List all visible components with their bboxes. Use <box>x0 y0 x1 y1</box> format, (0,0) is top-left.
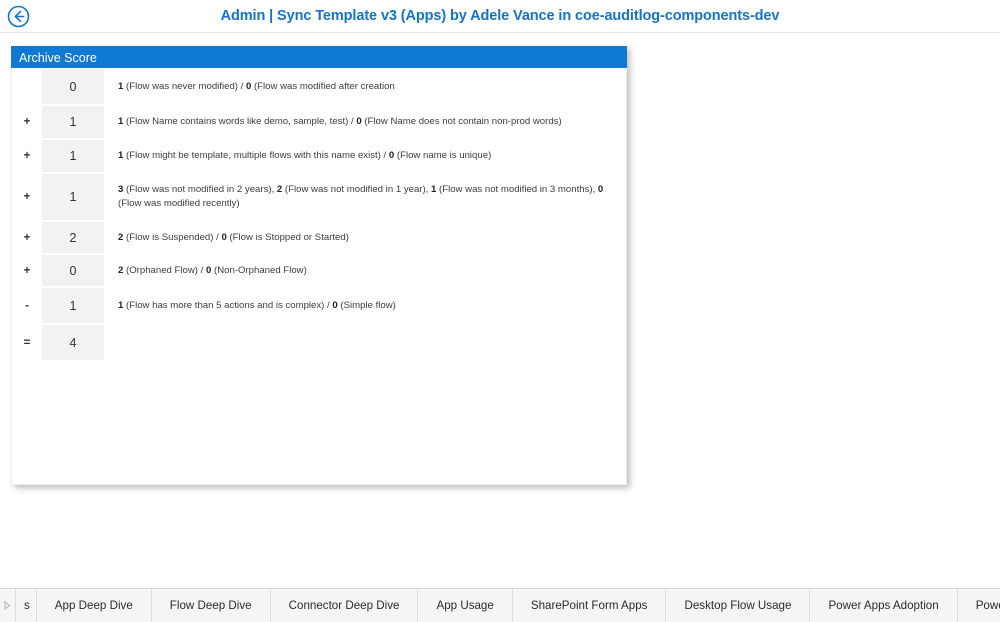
score-operator: = <box>23 336 31 349</box>
tab-item[interactable]: Power Apps Adoption <box>809 589 957 622</box>
score-operator: + <box>23 264 31 277</box>
tab-item[interactable]: Connector Deep Dive <box>269 589 418 622</box>
score-value: 1 <box>42 173 104 221</box>
tab-item[interactable]: App Usage <box>417 589 512 622</box>
score-value: 1 <box>42 287 104 324</box>
app-title-bar: Admin | Sync Template v3 (Apps) by Adele… <box>0 0 1000 33</box>
score-description: 1 (Flow has more than 5 actions and is c… <box>118 299 396 311</box>
report-tab-strip[interactable]: s App Deep Dive Flow Deep Dive Connector De… <box>0 588 1000 622</box>
score-description: 2 (Flow is Suspended) / 0 (Flow is Stopp… <box>118 231 349 243</box>
score-operator: - <box>25 299 29 312</box>
score-value: 1 <box>42 105 104 139</box>
score-value: 2 <box>42 221 104 254</box>
tab-item[interactable]: Desktop Flow Usage <box>665 589 810 622</box>
score-description: 1 (Flow might be template, multiple flow… <box>118 150 492 162</box>
score-value: 1 <box>42 139 104 173</box>
score-row: +1 1 (Flow Name contains words like demo,… <box>12 105 626 139</box>
score-row: +2 2 (Flow is Suspended) / 0 (Flow is Sto… <box>12 221 626 254</box>
archive-score-table: 0 1 (Flow was never modified) / 0 (Flow w… <box>11 68 627 485</box>
score-value: 0 <box>42 68 104 105</box>
score-operator <box>12 68 42 105</box>
archive-score-card: Archive Score 0 1 (Flow was never modifie… <box>11 46 627 485</box>
score-row: 0 1 (Flow was never modified) / 0 (Flow w… <box>12 68 626 105</box>
tab-item[interactable]: App Deep Dive <box>35 589 151 622</box>
score-description: 1 (Flow Name contains words like demo, s… <box>118 116 562 128</box>
tab-scroll-left-button[interactable] <box>0 589 15 622</box>
score-value: 4 <box>42 324 104 361</box>
score-operator: + <box>23 231 31 244</box>
chevron-right-icon <box>4 601 11 610</box>
score-description: 3 (Flow was not modified in 2 years), 2 … <box>118 184 604 209</box>
score-description: 2 (Orphaned Flow) / 0 (Non-Orphaned Flow… <box>118 264 307 276</box>
score-operator: + <box>23 191 31 203</box>
score-row: = 4 <box>12 324 626 361</box>
score-operator: + <box>23 150 31 162</box>
card-header-title: Archive Score <box>11 46 627 68</box>
score-operator: + <box>23 116 31 128</box>
tab-item[interactable]: SharePoint Form Apps <box>511 589 666 622</box>
tab-item[interactable]: s <box>15 589 36 622</box>
score-description: 1 (Flow was never modified) / 0 (Flow wa… <box>118 80 395 92</box>
score-row: +1 1 (Flow might be template, multiple fl… <box>12 139 626 173</box>
score-row: +0 2 (Orphaned Flow) / 0 (Non-Orphaned Fl… <box>12 254 626 287</box>
score-row: -1 1 (Flow has more than 5 actions and is… <box>12 287 626 324</box>
tab-item[interactable]: Flow Deep Dive <box>150 589 270 622</box>
tab-item[interactable]: Power Platfor <box>956 589 1000 622</box>
score-description <box>104 324 626 361</box>
page-title: Admin | Sync Template v3 (Apps) by Adele… <box>220 8 780 24</box>
score-row: +1 3 (Flow was not modified in 2 years), … <box>12 173 626 221</box>
score-value: 0 <box>42 254 104 287</box>
